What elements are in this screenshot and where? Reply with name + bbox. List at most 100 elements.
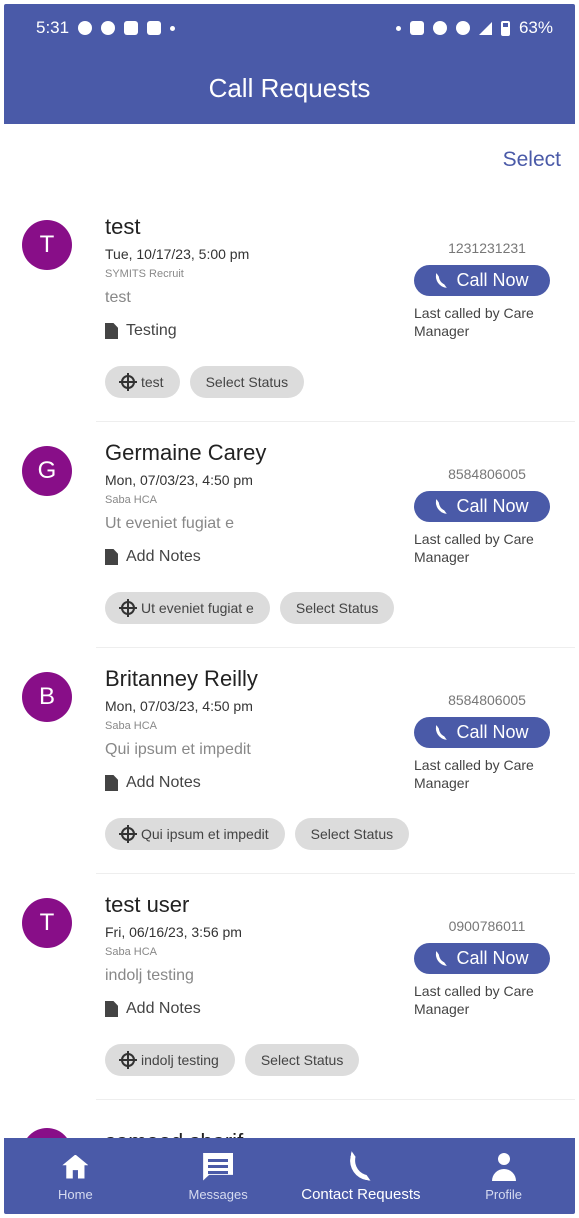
nav-contact-requests[interactable]: Contact Requests bbox=[291, 1150, 431, 1203]
requester-name: Germaine Carey bbox=[105, 440, 267, 465]
reason-chip[interactable]: indolj testing bbox=[105, 1044, 235, 1076]
select-status-chip[interactable]: Select Status bbox=[294, 818, 410, 850]
select-row: Select bbox=[4, 124, 575, 196]
request-message: indolj testing bbox=[105, 967, 194, 984]
call-column: 1231231231 Call Now Last called by Care … bbox=[414, 240, 554, 340]
chips: Qui ipsum et impedit Select Status bbox=[105, 818, 410, 850]
notes-button[interactable]: Testing bbox=[105, 322, 249, 340]
call-request-list: T test Tue, 10/17/23, 5:00 pm SYMITS Rec… bbox=[4, 196, 575, 1100]
battery-icon bbox=[500, 20, 510, 36]
target-icon bbox=[119, 373, 137, 391]
notes-label: Add Notes bbox=[126, 1000, 201, 1017]
request-message: Ut eveniet fugiat e bbox=[105, 515, 234, 532]
phone-icon bbox=[346, 1150, 375, 1181]
data-saver-icon bbox=[432, 21, 447, 35]
select-status-chip[interactable]: Select Status bbox=[279, 592, 395, 624]
reason-chip-label: Ut eveniet fugiat e bbox=[141, 600, 254, 616]
nav-home-label: Home bbox=[58, 1186, 93, 1202]
bottom-nav: Home Messages Contact Requests Profile bbox=[4, 1138, 575, 1214]
notes-button[interactable]: Add Notes bbox=[105, 548, 266, 566]
phone-icon bbox=[434, 498, 450, 515]
document-icon bbox=[105, 1001, 118, 1017]
avatar: T bbox=[22, 898, 72, 948]
request-info: test user Fri, 06/16/23, 3:56 pm Saba HC… bbox=[105, 892, 242, 1018]
notes-button[interactable]: Add Notes bbox=[105, 1000, 242, 1018]
organization: SYMITS Recruit bbox=[105, 268, 184, 280]
phone-icon bbox=[434, 272, 450, 289]
call-now-label: Call Now bbox=[456, 948, 529, 968]
notes-label: Add Notes bbox=[126, 548, 201, 565]
divider bbox=[96, 1099, 575, 1100]
organization: Saba HCA bbox=[105, 720, 157, 732]
call-column: 8584806005 Call Now Last called by Care … bbox=[414, 466, 554, 566]
reason-chip[interactable]: Ut eveniet fugiat e bbox=[105, 592, 270, 624]
call-column: 0900786011 Call Now Last called by Care … bbox=[414, 918, 554, 1018]
call-now-button[interactable]: Call Now bbox=[414, 491, 550, 522]
chips: indolj testing Select Status bbox=[105, 1044, 360, 1076]
nav-profile[interactable]: Profile bbox=[434, 1151, 574, 1202]
call-now-label: Call Now bbox=[456, 270, 529, 290]
message-icon bbox=[203, 1152, 234, 1181]
phone-number: 8584806005 bbox=[448, 466, 526, 482]
call-now-label: Call Now bbox=[456, 722, 529, 742]
call-now-button[interactable]: Call Now bbox=[414, 943, 550, 974]
phone-number: 8584806005 bbox=[448, 692, 526, 708]
profile-icon bbox=[490, 1152, 518, 1181]
facebook-icon bbox=[147, 21, 162, 35]
phone-icon bbox=[434, 724, 450, 741]
phone-number: 0900786011 bbox=[448, 918, 526, 934]
chips: Ut eveniet fugiat e Select Status bbox=[105, 592, 395, 624]
call-request-item[interactable]: G Germaine Carey Mon, 07/03/23, 4:50 pm … bbox=[4, 422, 575, 648]
instagram-icon bbox=[124, 21, 139, 35]
clock: 5:31 bbox=[36, 18, 70, 37]
avatar: G bbox=[22, 446, 72, 496]
request-date: Mon, 07/03/23, 4:50 pm bbox=[105, 698, 253, 714]
nav-messages-label: Messages bbox=[188, 1186, 248, 1202]
home-icon bbox=[62, 1154, 89, 1179]
organization: Saba HCA bbox=[105, 946, 157, 958]
notes-label: Add Notes bbox=[126, 774, 201, 791]
document-icon bbox=[105, 549, 118, 565]
document-icon bbox=[105, 323, 118, 339]
status-bar-right: 63% bbox=[395, 18, 553, 38]
battery-level: 63% bbox=[518, 18, 553, 37]
call-now-button[interactable]: Call Now bbox=[414, 717, 550, 748]
avatar: T bbox=[22, 220, 72, 270]
request-info: Britanney Reilly Mon, 07/03/23, 4:50 pm … bbox=[105, 666, 258, 792]
call-request-item[interactable]: T test user Fri, 06/16/23, 3:56 pm Saba … bbox=[4, 874, 575, 1100]
requester-name: test bbox=[105, 214, 141, 239]
call-now-button[interactable]: Call Now bbox=[414, 265, 550, 296]
notes-button[interactable]: Add Notes bbox=[105, 774, 258, 792]
nav-home[interactable]: Home bbox=[5, 1151, 145, 1202]
wifi-icon bbox=[455, 21, 470, 35]
last-called-text: Last called by Care Manager bbox=[414, 983, 534, 1017]
nav-messages[interactable]: Messages bbox=[148, 1151, 288, 1202]
request-date: Mon, 07/03/23, 4:50 pm bbox=[105, 472, 253, 488]
reason-chip-label: indolj testing bbox=[141, 1052, 219, 1068]
notification-icon bbox=[101, 21, 116, 35]
select-status-chip[interactable]: Select Status bbox=[189, 366, 305, 398]
call-request-item[interactable]: B Britanney Reilly Mon, 07/03/23, 4:50 p… bbox=[4, 648, 575, 874]
select-button[interactable]: Select bbox=[503, 148, 561, 172]
nav-contact-requests-label: Contact Requests bbox=[301, 1185, 421, 1203]
avatar: B bbox=[22, 672, 72, 722]
phone-icon bbox=[434, 950, 450, 967]
requester-name: Britanney Reilly bbox=[105, 666, 258, 691]
reason-chip[interactable]: Qui ipsum et impedit bbox=[105, 818, 285, 850]
notification-icon bbox=[78, 21, 93, 35]
call-column: 8584806005 Call Now Last called by Care … bbox=[414, 692, 554, 792]
select-status-chip[interactable]: Select Status bbox=[244, 1044, 360, 1076]
last-called-text: Last called by Care Manager bbox=[414, 531, 534, 565]
reason-chip-label: test bbox=[141, 374, 164, 390]
chips: test Select Status bbox=[105, 366, 305, 398]
more-notifications-icon bbox=[170, 25, 176, 31]
request-date: Tue, 10/17/23, 5:00 pm bbox=[105, 246, 250, 262]
app-bar: Call Requests bbox=[4, 52, 575, 124]
target-icon bbox=[119, 1051, 137, 1069]
request-info: test Tue, 10/17/23, 5:00 pm SYMITS Recru… bbox=[105, 214, 249, 340]
reason-chip[interactable]: test bbox=[105, 366, 180, 398]
target-icon bbox=[119, 599, 137, 617]
status-bar: 5:31 63% bbox=[4, 4, 575, 52]
call-now-label: Call Now bbox=[456, 496, 529, 516]
call-request-item[interactable]: T test Tue, 10/17/23, 5:00 pm SYMITS Rec… bbox=[4, 196, 575, 422]
